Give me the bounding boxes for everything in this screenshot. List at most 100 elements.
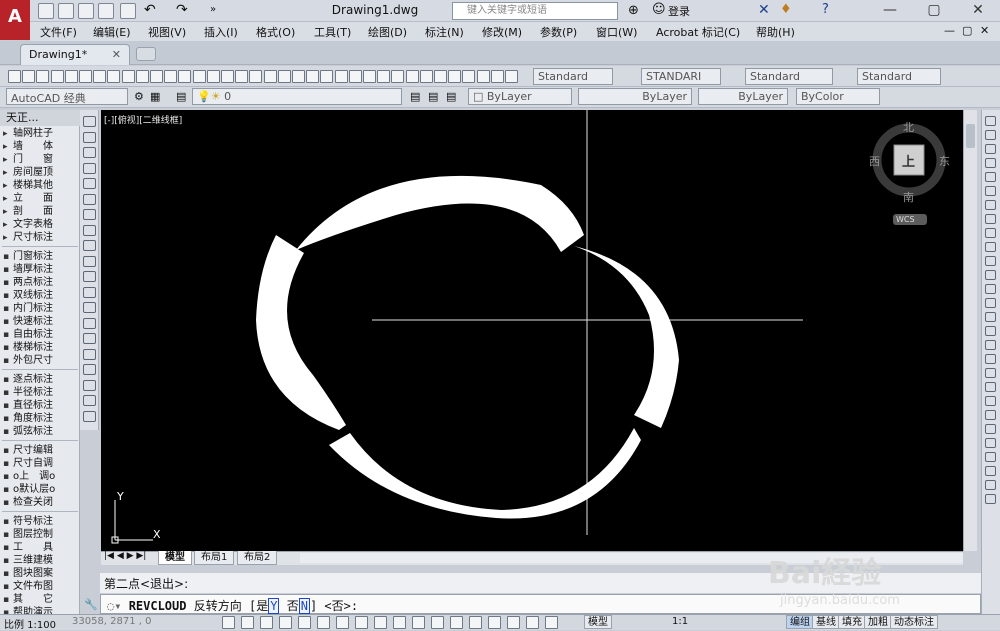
status-baseline-button[interactable]: 基线	[812, 615, 840, 629]
palette-item[interactable]: ▪ 外包尺寸	[3, 354, 77, 367]
draw-tool-icon[interactable]	[83, 410, 96, 422]
toolbar-tool-icon[interactable]	[50, 70, 64, 83]
draw-tool-icon[interactable]	[83, 209, 96, 220]
toolbar-tool-icon[interactable]	[36, 70, 50, 83]
modify-tool-icon[interactable]	[985, 228, 996, 238]
toolbar-tool-icon[interactable]	[363, 70, 376, 83]
modify-tool-icon[interactable]	[985, 200, 996, 210]
drawing-canvas[interactable]	[101, 110, 963, 551]
mleader-style-select[interactable]: Standard	[857, 68, 941, 85]
lineweight-select[interactable]: ByLayer	[698, 88, 788, 105]
autodesk-a360-icon[interactable]: ♦	[780, 2, 792, 17]
draw-tool-icon[interactable]	[83, 147, 96, 158]
palette-item[interactable]: ▸ 门 窗	[3, 153, 77, 166]
viewcube-north-label[interactable]: 北	[903, 119, 914, 135]
toolbar-tool-icon[interactable]	[135, 70, 149, 83]
modify-tool-icon[interactable]	[985, 410, 996, 420]
menu-file[interactable]: 文件(F)	[40, 24, 77, 40]
modify-tool-icon[interactable]	[985, 494, 996, 504]
status-toggle-icon[interactable]	[507, 616, 520, 629]
redo-icon[interactable]: ↷	[176, 2, 188, 18]
toolbar-tool-icon[interactable]	[448, 70, 462, 83]
workspace-settings-icon[interactable]: ⚙	[134, 90, 144, 103]
palette-item[interactable]: ▪ o默认层o	[3, 483, 77, 496]
modify-tool-icon[interactable]	[985, 326, 996, 336]
modify-tool-icon[interactable]	[985, 242, 996, 252]
draw-tool-icon[interactable]	[83, 302, 96, 313]
draw-tool-icon[interactable]	[83, 379, 96, 391]
vertical-scrollbar[interactable]	[963, 110, 977, 551]
doc-restore-icon[interactable]: ▢	[962, 24, 972, 37]
option-no-label[interactable]: 否	[287, 599, 299, 613]
toolbar-tool-icon[interactable]	[334, 70, 348, 83]
status-toggle-icon[interactable]	[336, 616, 349, 629]
palette-item[interactable]: ▪ 弧弦标注	[3, 425, 77, 438]
palette-item[interactable]: ▪ 快速标注	[3, 315, 77, 328]
option-no-key[interactable]: N	[298, 598, 310, 614]
workspace-select[interactable]: AutoCAD 经典	[6, 88, 128, 105]
layer-manager-icon[interactable]: ▤	[176, 90, 186, 103]
modify-tool-icon[interactable]	[985, 312, 996, 322]
status-toggle-icon[interactable]	[412, 616, 425, 629]
modify-tool-icon[interactable]	[985, 284, 996, 294]
toolbar-tool-icon[interactable]	[150, 70, 163, 83]
palette-item[interactable]: ▸ 轴网柱子	[3, 127, 77, 140]
search-input[interactable]: 键入关键字或短语	[452, 2, 618, 20]
toolbar-tool-icon[interactable]	[22, 70, 36, 83]
help-icon[interactable]: ?	[822, 2, 829, 17]
draw-tool-icon[interactable]	[83, 131, 96, 143]
text-style-select[interactable]: Standard	[533, 68, 613, 85]
menu-acrobat[interactable]: Acrobat 标记(C)	[656, 24, 740, 40]
draw-tool-icon[interactable]	[83, 116, 96, 127]
menu-format[interactable]: 格式(O)	[256, 24, 295, 40]
layer-isolate-icon[interactable]: ▤	[446, 90, 456, 103]
toolbar-tool-icon[interactable]	[64, 70, 78, 83]
binoculars-icon[interactable]: ⊕	[628, 3, 639, 18]
modify-tool-icon[interactable]	[985, 186, 996, 196]
modify-tool-icon[interactable]	[985, 340, 996, 350]
palette-item[interactable]: ▪ 符号标注	[3, 515, 77, 528]
open-folder-icon[interactable]	[58, 3, 74, 19]
toolbar-tool-icon[interactable]	[192, 70, 206, 83]
palette-item[interactable]: ▪ 内门标注	[3, 302, 77, 315]
palette-item[interactable]: ▪ 双线标注	[3, 289, 77, 302]
doc-minimize-icon[interactable]: —	[944, 24, 955, 37]
palette-item[interactable]: ▪ 三维建模	[3, 554, 77, 567]
palette-item[interactable]: ▪ o上 调o	[3, 470, 77, 483]
status-toggle-icon[interactable]	[317, 616, 330, 629]
modify-tool-icon[interactable]	[985, 172, 996, 182]
restore-button[interactable]: ▢	[912, 0, 956, 22]
expand-toolbar-icon[interactable]: »	[210, 4, 216, 15]
viewcube-south-label[interactable]: 南	[903, 189, 914, 205]
status-toggle-icon[interactable]	[393, 616, 406, 629]
modify-tool-icon[interactable]	[985, 396, 996, 406]
menu-edit[interactable]: 编辑(E)	[93, 24, 131, 40]
palette-item[interactable]: ▪ 图块图案	[3, 567, 77, 580]
draw-tool-icon[interactable]	[83, 271, 96, 282]
menu-parametric[interactable]: 参数(P)	[540, 24, 577, 40]
toolbar-tool-icon[interactable]	[320, 70, 334, 83]
palette-item[interactable]: ▪ 墙厚标注	[3, 263, 77, 276]
palette-item[interactable]: ▪ 直径标注	[3, 399, 77, 412]
layer-previous-icon[interactable]: ▤	[410, 90, 420, 103]
modify-tool-icon[interactable]	[985, 424, 996, 434]
palette-item[interactable]: ▪ 工 具	[3, 541, 77, 554]
toolbar-tool-icon[interactable]	[93, 70, 107, 83]
modify-tool-icon[interactable]	[985, 116, 996, 126]
palette-item[interactable]: ▪ 其 它	[3, 593, 77, 606]
toolbar-tool-icon[interactable]	[490, 70, 504, 83]
layer-select[interactable]: 💡☀ 0	[192, 88, 402, 105]
tab-layout1[interactable]: 布局1	[194, 551, 235, 565]
toolbar-tool-icon[interactable]	[221, 70, 234, 83]
close-button[interactable]: ✕	[956, 0, 1000, 22]
status-toggle-icon[interactable]	[279, 616, 292, 629]
tab-model[interactable]: 模型	[158, 551, 192, 565]
toolbar-tool-icon[interactable]	[178, 70, 192, 83]
modify-tool-icon[interactable]	[985, 382, 996, 392]
file-tab-drawing1[interactable]: Drawing1* ✕	[20, 44, 130, 65]
draw-tool-icon[interactable]	[83, 286, 96, 298]
modify-tool-icon[interactable]	[985, 144, 996, 154]
toolbar-tool-icon[interactable]	[121, 70, 135, 83]
scrollbar-thumb[interactable]	[966, 124, 975, 148]
login-link[interactable]: 登录	[668, 3, 690, 19]
